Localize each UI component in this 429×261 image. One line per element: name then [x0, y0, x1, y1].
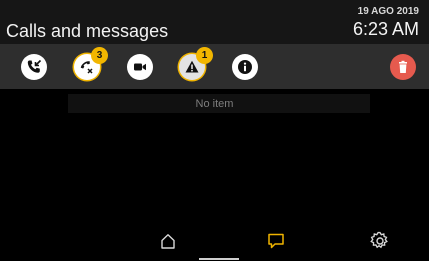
- incoming-calls-icon: [26, 59, 42, 75]
- bottom-nav: [0, 222, 429, 261]
- video-messages-icon: [132, 59, 148, 75]
- page-title: Calls and messages: [6, 21, 169, 41]
- missed-calls-button[interactable]: 3: [74, 47, 108, 80]
- info-icon: [237, 59, 253, 75]
- trash-icon: [396, 60, 410, 74]
- info-button[interactable]: [232, 54, 258, 80]
- settings-icon: [370, 231, 390, 256]
- settings-button[interactable]: [368, 231, 392, 255]
- toolbar: [0, 44, 429, 89]
- date-label: 19 AGO 2019: [357, 6, 419, 17]
- incoming-calls-button[interactable]: [21, 54, 47, 80]
- video-messages-button[interactable]: [127, 54, 153, 80]
- time-label: 6:23 AM: [352, 19, 419, 39]
- alerts-button[interactable]: 1: [179, 47, 213, 80]
- home-icon: [159, 232, 177, 255]
- missed-calls-badge: 3: [91, 47, 108, 64]
- home-button[interactable]: [156, 231, 180, 255]
- home-indicator: [199, 258, 239, 260]
- empty-list-text: No item: [195, 98, 234, 110]
- delete-button[interactable]: [390, 54, 416, 80]
- alerts-badge: 1: [196, 47, 213, 64]
- messages-button[interactable]: [264, 231, 288, 255]
- messages-icon: [266, 232, 286, 255]
